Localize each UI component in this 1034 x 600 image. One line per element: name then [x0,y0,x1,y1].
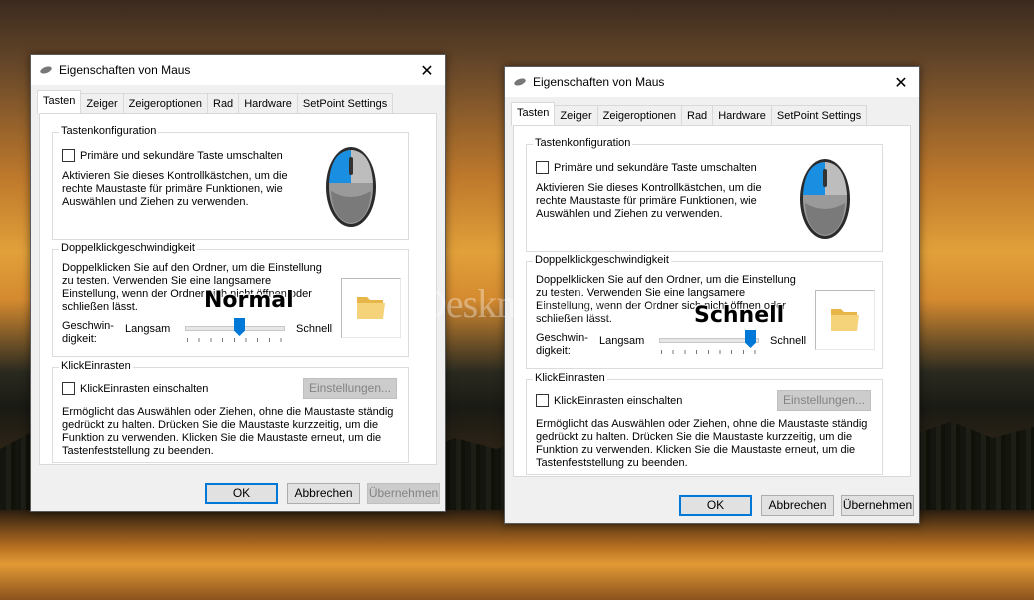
fast-label: Schnell [770,335,807,347]
title-bar: Eigenschaften von Maus ✕ [31,55,445,85]
tab-tasten[interactable]: Tasten [511,102,556,126]
tab-rad[interactable]: Rad [681,105,714,126]
click-lock-group: KlickEinrasten KlickEinrasten einschalte… [52,360,409,463]
normal-speed-annotation: Normal [204,288,294,313]
desc-line: zu testen. Verwenden Sie eine langsamere [62,275,272,287]
desc-line: gedrückt zu halten. Drücken Sie die Maus… [536,431,853,443]
slider-ticks [187,338,283,342]
click-lock-group: KlickEinrasten KlickEinrasten einschalte… [526,372,883,475]
speed-label-line: Geschwin- [62,320,114,332]
speed-label: Geschwin- digkeit: [62,320,114,346]
checkbox-label: KlickEinrasten einschalten [554,394,683,407]
watermark-text: Deskmodder.de [418,281,656,326]
checkbox-label: KlickEinrasten einschalten [80,382,209,395]
click-lock-settings-button[interactable]: Einstellungen... [777,390,871,411]
click-lock-checkbox[interactable]: KlickEinrasten einschalten [62,382,208,395]
fast-speed-annotation: Schnell [694,303,785,328]
slider-ticks [661,350,757,354]
double-click-speed-slider[interactable] [659,330,759,354]
checkbox-label: Primäre und sekundäre Taste umschalten [554,161,757,174]
ok-button[interactable]: OK [205,483,278,504]
checkbox-box[interactable] [62,382,75,395]
desc-line: Tastenfeststellung zu beenden. [62,445,214,457]
checkbox-label: Primäre und sekundäre Taste umschalten [80,149,283,162]
group-title: KlickEinrasten [533,372,607,384]
tab-tasten[interactable]: Tasten [37,90,82,114]
desc-line: Aktivieren Sie dieses Kontrollkästchen, … [536,182,762,194]
tab-zeigeroptionen[interactable]: Zeigeroptionen [596,105,682,126]
desc-line: gedrückt zu halten. Drücken Sie die Maus… [62,419,379,431]
tab-bar: Tasten Zeiger Zeigeroptionen Rad Hardwar… [37,90,394,114]
window-title: Eigenschaften von Maus [59,63,191,77]
button-config-description: Aktivieren Sie dieses Kontrollkästchen, … [536,182,762,221]
mouse-properties-window-left: Eigenschaften von Maus ✕ Tasten Zeiger Z… [30,54,446,512]
cancel-button[interactable]: Abbrechen [761,495,834,516]
slow-label: Langsam [599,335,645,347]
desc-line: Tastenfeststellung zu beenden. [536,457,688,469]
speed-label-line: digkeit: [62,333,97,345]
group-title: Tastenkonfiguration [533,137,633,149]
window-title: Eigenschaften von Maus [533,75,665,89]
desc-line: Funktion zu verwenden. Klicken Sie die M… [62,432,382,444]
tab-rad[interactable]: Rad [207,93,240,114]
tab-zeigeroptionen[interactable]: Zeigeroptionen [122,93,208,114]
tab-setpoint[interactable]: SetPoint Settings [770,105,868,126]
checkbox-box[interactable] [536,161,549,174]
click-lock-checkbox[interactable]: KlickEinrasten einschalten [536,394,682,407]
test-folder-area[interactable] [815,290,875,350]
title-bar: Eigenschaften von Maus ✕ [505,67,919,97]
mouse-app-icon [514,78,526,86]
button-config-group: Tastenkonfiguration Primäre und sekundär… [52,125,409,240]
fast-label: Schnell [296,323,333,335]
group-title: Doppelklickgeschwindigkeit [533,254,671,266]
speed-label-line: digkeit: [536,345,571,357]
slider-thumb[interactable] [745,330,756,348]
mouse-illustration-icon [800,159,850,239]
checkbox-box[interactable] [62,149,75,162]
tab-hardware[interactable]: Hardware [238,93,298,114]
desc-line: Doppelklicken Sie auf den Ordner, um die… [62,262,322,274]
button-config-description: Aktivieren Sie dieses Kontrollkästchen, … [62,170,288,209]
click-lock-settings-button[interactable]: Einstellungen... [303,378,397,399]
double-click-speed-slider[interactable] [185,318,285,342]
close-icon[interactable]: ✕ [893,73,909,93]
slider-track [659,338,759,343]
swap-buttons-checkbox[interactable]: Primäre und sekundäre Taste umschalten [62,149,283,162]
test-folder-area[interactable] [341,278,401,338]
mouse-app-icon [40,66,52,74]
speed-label: Geschwin- digkeit: [536,332,588,358]
desc-line: rechte Maustaste für primäre Funktionen,… [536,195,757,207]
folder-icon [357,297,385,319]
tab-bar: Tasten Zeiger Zeigeroptionen Rad Hardwar… [511,102,868,126]
slow-label: Langsam [125,323,171,335]
swap-buttons-checkbox[interactable]: Primäre und sekundäre Taste umschalten [536,161,757,174]
apply-button[interactable]: Übernehmen [367,483,440,504]
group-title: Doppelklickgeschwindigkeit [59,242,197,254]
close-icon[interactable]: ✕ [419,61,435,81]
group-title: KlickEinrasten [59,360,133,372]
tab-zeiger[interactable]: Zeiger [80,93,124,114]
desc-line: Ermöglicht das Auswählen oder Ziehen, oh… [536,418,868,430]
speed-label-line: Geschwin- [536,332,588,344]
folder-icon [831,309,859,331]
tab-hardware[interactable]: Hardware [712,105,772,126]
desc-line: Auswählen und Ziehen zu verwenden. [62,196,249,208]
desc-line: Auswählen und Ziehen zu verwenden. [536,208,723,220]
click-lock-description: Ermöglicht das Auswählen oder Ziehen, oh… [62,406,393,458]
slider-thumb[interactable] [234,318,245,336]
button-config-group: Tastenkonfiguration Primäre und sekundär… [526,137,883,252]
desc-line: Funktion zu verwenden. Klicken Sie die M… [536,444,856,456]
group-title: Tastenkonfiguration [59,125,159,137]
desc-line: rechte Maustaste für primäre Funktionen,… [62,183,283,195]
checkbox-box[interactable] [536,394,549,407]
tab-setpoint[interactable]: SetPoint Settings [296,93,394,114]
tab-zeiger[interactable]: Zeiger [554,105,598,126]
apply-button[interactable]: Übernehmen [841,495,914,516]
desc-line: Aktivieren Sie dieses Kontrollkästchen, … [62,170,288,182]
cancel-button[interactable]: Abbrechen [287,483,360,504]
ok-button[interactable]: OK [679,495,752,516]
click-lock-description: Ermöglicht das Auswählen oder Ziehen, oh… [536,418,867,470]
mouse-illustration-icon [326,147,376,227]
desc-line: Ermöglicht das Auswählen oder Ziehen, oh… [62,406,394,418]
